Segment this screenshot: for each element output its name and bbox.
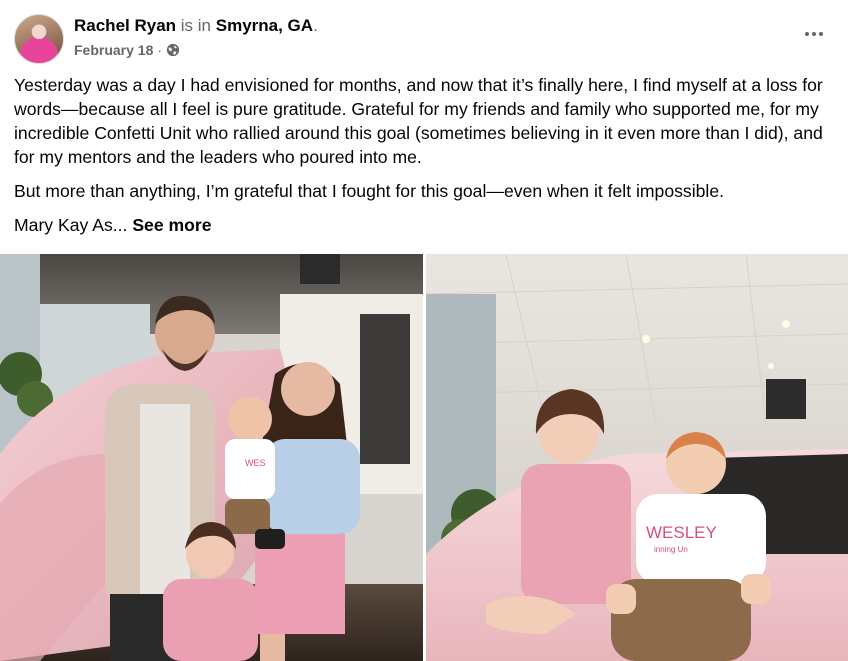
post-paragraph: Yesterday was a day I had envisioned for… [14, 75, 823, 167]
is-in-text: is in [180, 16, 212, 35]
photo-family-car[interactable]: WES [0, 254, 423, 661]
truncated-text: Mary Kay As... [14, 215, 128, 235]
photo-kids-on-car[interactable]: WESLEY inning Un [426, 254, 848, 661]
location-link[interactable]: Smyrna, GA [216, 16, 313, 35]
photo-grid: WES WESLEY inning Un [0, 254, 848, 661]
post-body: Yesterday was a day I had envisioned for… [14, 73, 836, 247]
author-name[interactable]: Rachel Ryan [74, 16, 176, 35]
meta-separator: · [157, 42, 163, 58]
post-paragraph: But more than anything, I’m grateful tha… [14, 181, 724, 201]
post-paragraph-truncated: Mary Kay As... See more [14, 213, 836, 237]
post-header: Rachel Ryan is in Smyrna, GA. February 1… [14, 14, 834, 66]
onesie-subtext-right: inning Un [654, 545, 688, 554]
photo-kids-on-car-image: WESLEY inning Un [426, 254, 848, 661]
author-avatar[interactable] [14, 14, 64, 64]
author-line: Rachel Ryan is in Smyrna, GA. [74, 15, 318, 37]
post-header-text: Rachel Ryan is in Smyrna, GA. February 1… [74, 15, 318, 58]
onesie-text-right: WESLEY [646, 523, 717, 542]
location-punct: . [313, 16, 318, 35]
ellipsis-icon-dot [819, 32, 823, 36]
post-meta: February 18 · [74, 42, 318, 58]
photo-family-car-image: WES [0, 254, 423, 661]
onesie-text-left: WES [245, 458, 266, 468]
ellipsis-icon-dot [812, 32, 816, 36]
post-options-button[interactable] [800, 24, 828, 44]
ellipsis-icon-dot [805, 32, 809, 36]
post-date[interactable]: February 18 [74, 42, 153, 58]
see-more-link[interactable]: See more [132, 215, 211, 235]
globe-icon[interactable] [166, 43, 180, 57]
